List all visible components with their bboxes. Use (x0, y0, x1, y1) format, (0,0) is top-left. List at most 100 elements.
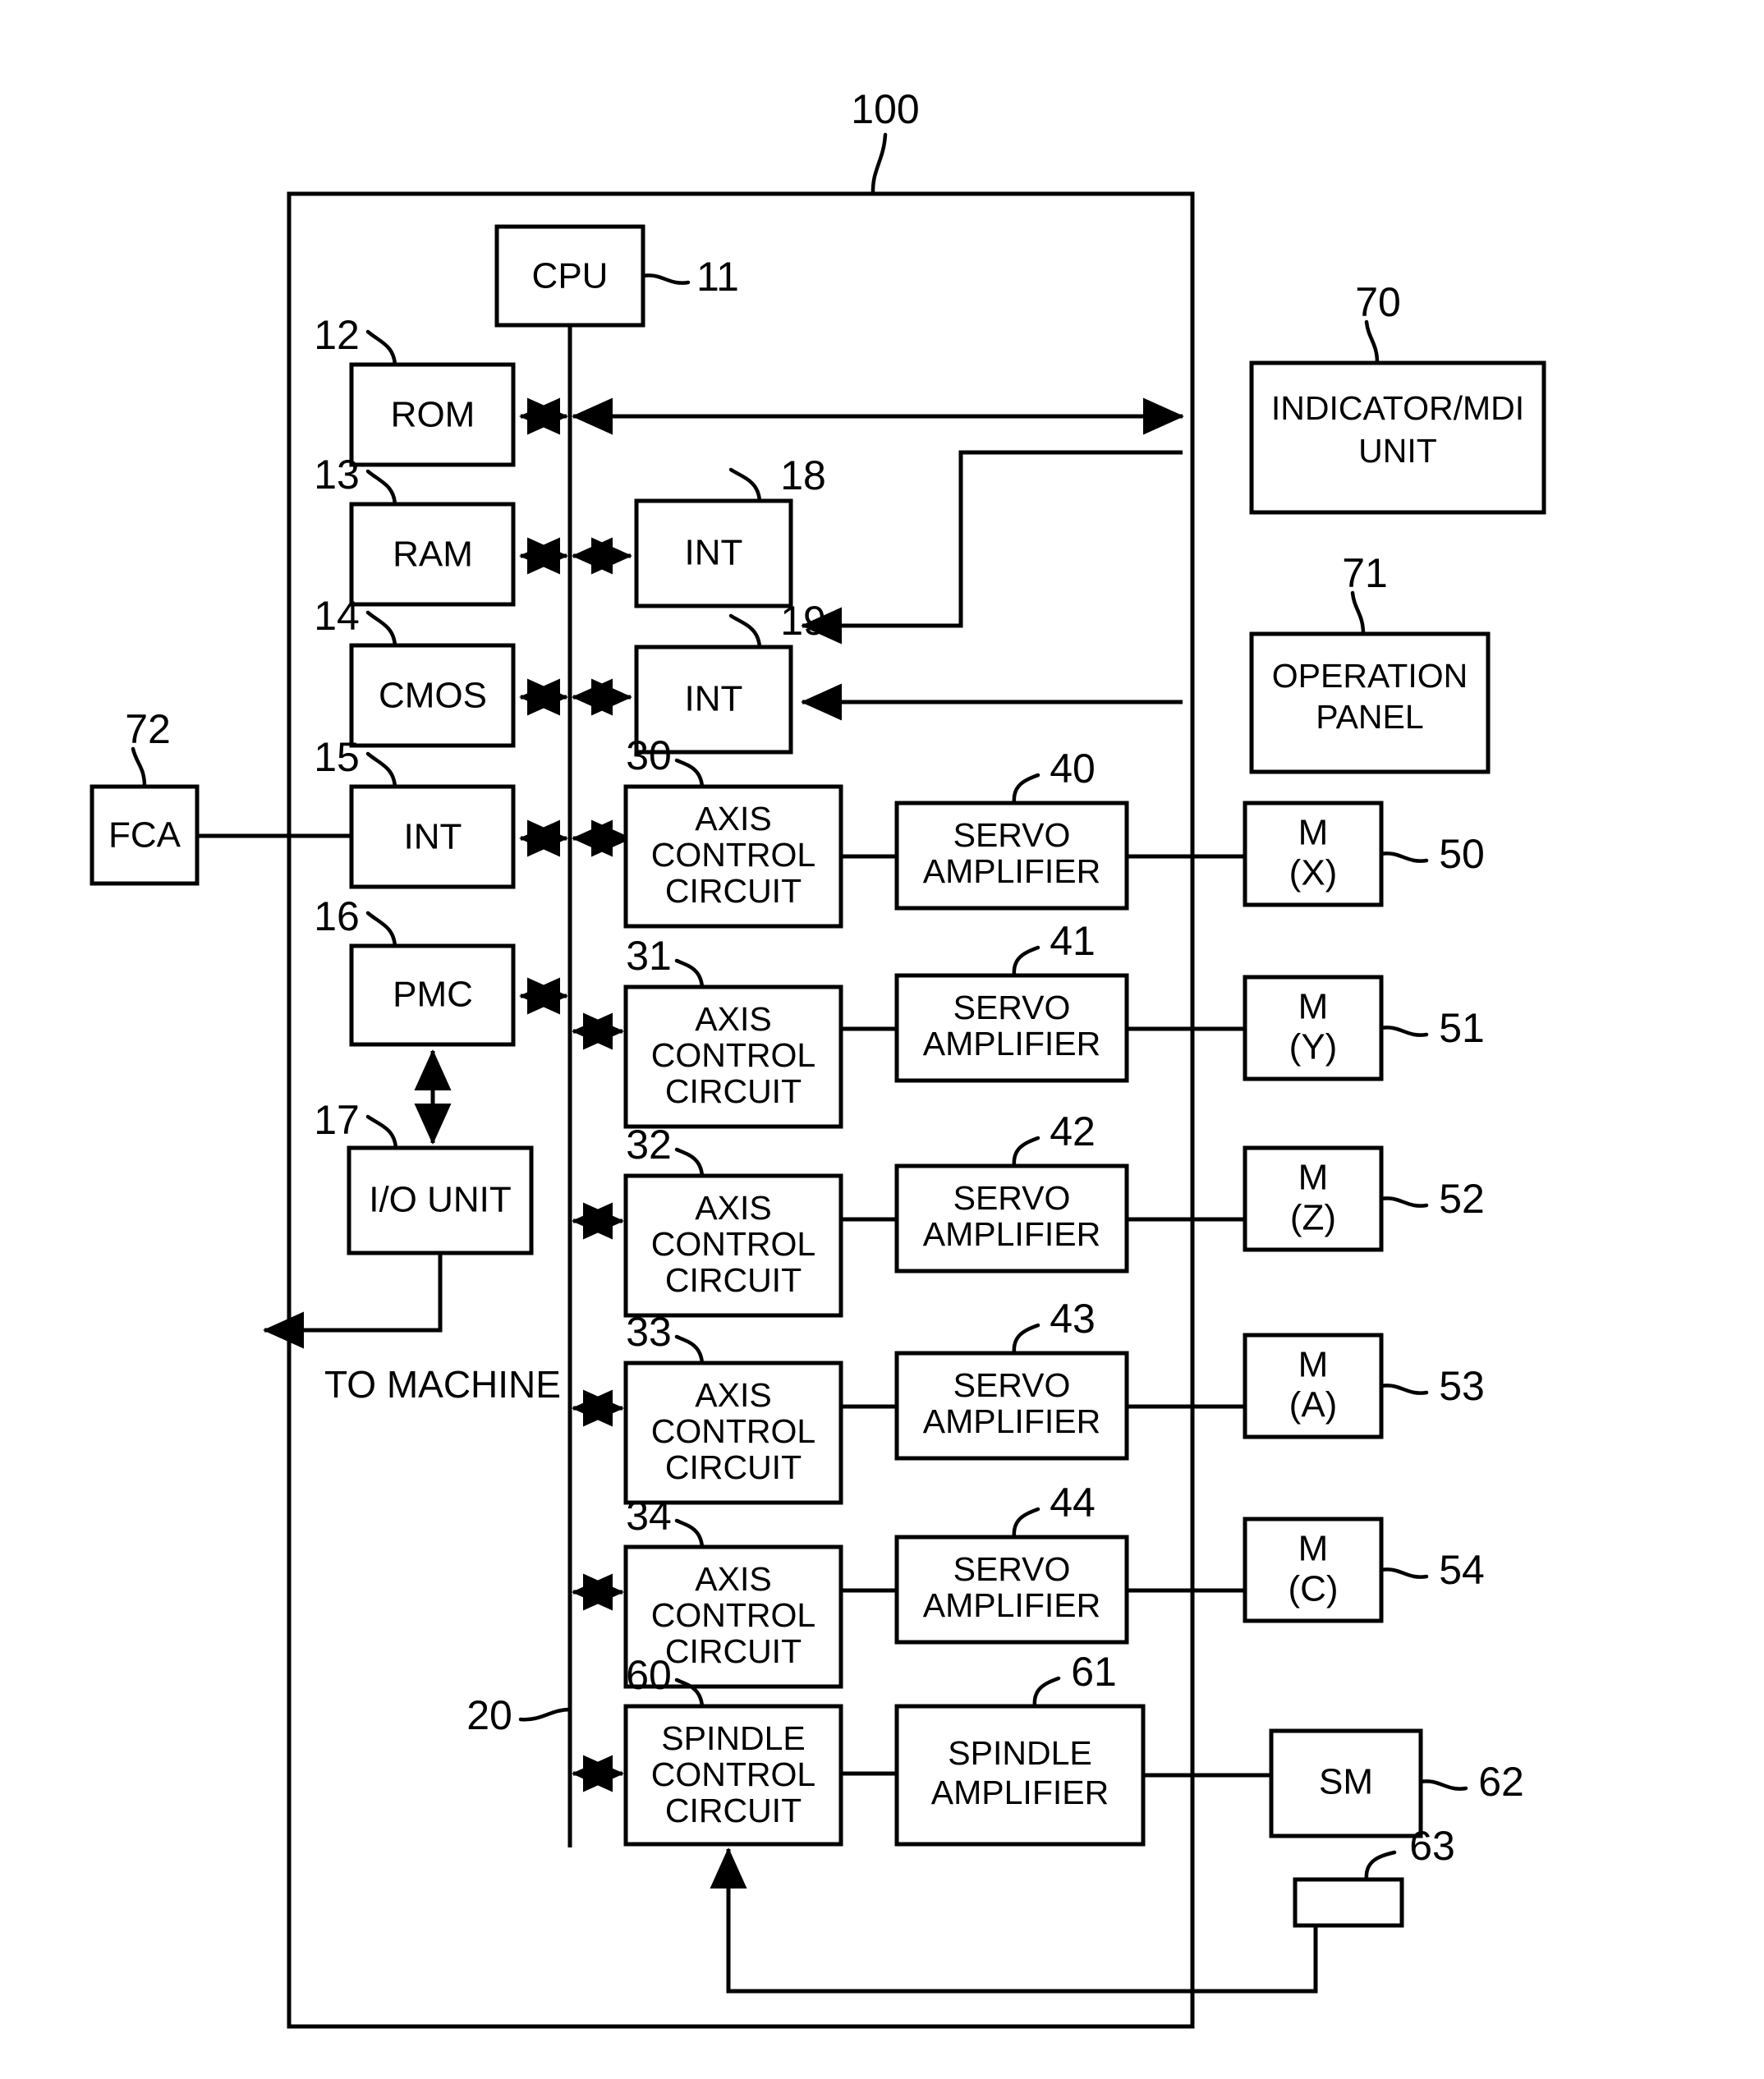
block-indicator-mdi-unit[interactable]: INDICATOR/MDI UNIT (1249, 360, 1546, 515)
block-motor52[interactable]: M (Z) (1243, 1145, 1384, 1252)
ref-label-100: 100 (851, 86, 919, 132)
block-rom[interactable]: ROM (349, 362, 516, 467)
block-label-motor52-axis: (Z) (1290, 1198, 1336, 1238)
block-label-servo43-line1: SERVO (953, 1366, 1071, 1404)
block-servo40[interactable]: SERVO AMPLIFIER (894, 801, 1129, 911)
ref-label-42: 42 (1050, 1108, 1096, 1154)
ref-label-53: 53 (1439, 1363, 1485, 1409)
block-axis33[interactable]: AXIS CONTROL CIRCUIT (623, 1361, 843, 1505)
ref-label-20: 20 (466, 1692, 512, 1738)
block-cmos[interactable]: CMOS (349, 643, 516, 748)
block-cpu[interactable]: CPU (494, 224, 645, 328)
ref-label-72: 72 (125, 706, 171, 752)
ref-label-13: 13 (314, 452, 360, 498)
block-operation-panel[interactable]: OPERATION PANEL (1249, 631, 1491, 774)
block-position-coder[interactable] (1293, 1877, 1404, 1928)
block-label-io-unit: I/O UNIT (369, 1180, 512, 1220)
block-label-axis33-line1: AXIS (695, 1376, 771, 1414)
block-label-motor53-axis: (A) (1289, 1385, 1338, 1425)
block-label-servo40-line1: SERVO (953, 816, 1071, 854)
ref-label-33: 33 (626, 1309, 672, 1355)
ref-label-16: 16 (314, 893, 360, 939)
ref-70-leader (1364, 319, 1380, 365)
diagram-canvas: 100 20 CPU 11 ROM 12 RAM 13 INT 18 CMOS … (0, 0, 1764, 2079)
block-motor53[interactable]: M (A) (1243, 1333, 1384, 1439)
ref-label-12: 12 (314, 312, 360, 358)
block-label-axis30-line1: AXIS (695, 800, 771, 838)
block-label-axis31-line1: AXIS (695, 1000, 771, 1038)
block-int18[interactable]: INT (634, 498, 793, 608)
block-label-servo42-line1: SERVO (953, 1179, 1071, 1217)
block-label-servo41-line2: AMPLIFIER (923, 1025, 1100, 1062)
ref-label-14: 14 (314, 593, 360, 639)
ref-label-61: 61 (1071, 1649, 1117, 1695)
ref-label-34: 34 (626, 1493, 672, 1539)
block-label-motor54-m: M (1298, 1529, 1329, 1569)
block-label-servo44-line1: SERVO (953, 1550, 1071, 1588)
block-label-axis31-line2: CONTROL (651, 1036, 815, 1074)
block-label-servo41-line1: SERVO (953, 989, 1071, 1026)
block-label-cpu: CPU (532, 256, 609, 296)
block-label-oppanel-line1: OPERATION (1272, 657, 1468, 695)
block-label-sm: SM (1319, 1762, 1373, 1802)
ref-label-51: 51 (1439, 1005, 1485, 1051)
block-label-axis32-line1: AXIS (695, 1189, 771, 1227)
ref-label-54: 54 (1439, 1547, 1485, 1593)
block-label-fca: FCA (108, 815, 181, 856)
block-motor51[interactable]: M (Y) (1243, 975, 1384, 1081)
block-servo42[interactable]: SERVO AMPLIFIER (894, 1163, 1129, 1274)
block-spindle-amplifier[interactable]: SPINDLE AMPLIFIER (894, 1704, 1146, 1847)
block-io-unit[interactable]: I/O UNIT (347, 1145, 534, 1255)
block-ram[interactable]: RAM (349, 502, 516, 607)
ref-51-leader (1379, 1026, 1429, 1037)
block-fca[interactable]: FCA (90, 784, 200, 886)
block-label-axis30-line2: CONTROL (651, 836, 815, 874)
block-label-motor51-axis: (Y) (1289, 1027, 1338, 1067)
block-label-servo43-line2: AMPLIFIER (923, 1402, 1100, 1440)
ref-63-leader (1364, 1850, 1397, 1882)
block-label-spindle60-line3: CIRCUIT (665, 1792, 802, 1829)
ref-label-15: 15 (314, 734, 360, 780)
ref-label-43: 43 (1050, 1296, 1096, 1342)
block-motor54[interactable]: M (C) (1243, 1517, 1384, 1623)
block-label-axis34-line2: CONTROL (651, 1596, 815, 1634)
ref-label-32: 32 (626, 1122, 672, 1168)
ref-label-44: 44 (1050, 1480, 1096, 1526)
block-axis30[interactable]: AXIS CONTROL CIRCUIT (623, 784, 843, 929)
block-pmc[interactable]: PMC (349, 943, 516, 1047)
block-label-rom: ROM (391, 395, 475, 435)
block-label-spindle60-line2: CONTROL (651, 1755, 815, 1793)
block-label-ram: RAM (393, 535, 473, 575)
block-label-pmc: PMC (393, 975, 473, 1015)
block-sm[interactable]: SM (1269, 1728, 1423, 1838)
to-machine-label: TO MACHINE (324, 1363, 561, 1406)
block-motor50[interactable]: M (X) (1243, 801, 1384, 907)
ref-label-52: 52 (1439, 1176, 1485, 1222)
block-label-motor54-axis: (C) (1288, 1569, 1338, 1609)
block-axis32[interactable]: AXIS CONTROL CIRCUIT (623, 1173, 843, 1318)
block-servo43[interactable]: SERVO AMPLIFIER (894, 1351, 1129, 1461)
ref-label-11: 11 (696, 254, 739, 300)
block-servo41[interactable]: SERVO AMPLIFIER (894, 973, 1129, 1083)
ref-label-71: 71 (1342, 550, 1388, 596)
ref-50-leader (1379, 851, 1429, 863)
block-spindle-control[interactable]: SPINDLE CONTROL CIRCUIT (623, 1704, 843, 1847)
ref-52-leader (1379, 1196, 1429, 1208)
block-label-oppanel-line2: PANEL (1316, 698, 1423, 736)
block-label-spindle60-line1: SPINDLE (661, 1719, 805, 1757)
block-label-motor50-m: M (1298, 813, 1329, 853)
block-label-int19: INT (685, 679, 743, 719)
block-axis31[interactable]: AXIS CONTROL CIRCUIT (623, 984, 843, 1129)
ref-label-17: 17 (314, 1097, 360, 1143)
block-label-motor52-m: M (1298, 1158, 1329, 1198)
block-label-cmos: CMOS (379, 676, 487, 716)
block-label-axis33-line3: CIRCUIT (665, 1448, 802, 1486)
block-servo44[interactable]: SERVO AMPLIFIER (894, 1535, 1129, 1645)
block-label-motor53-m: M (1298, 1345, 1329, 1385)
ref-72-leader (131, 746, 147, 789)
ref-62-leader (1418, 1779, 1468, 1791)
block-int15[interactable]: INT (349, 784, 516, 889)
ref-label-31: 31 (626, 933, 672, 979)
block-label-spindle61-line2: AMPLIFIER (931, 1774, 1109, 1811)
ref-label-18: 18 (780, 452, 826, 498)
